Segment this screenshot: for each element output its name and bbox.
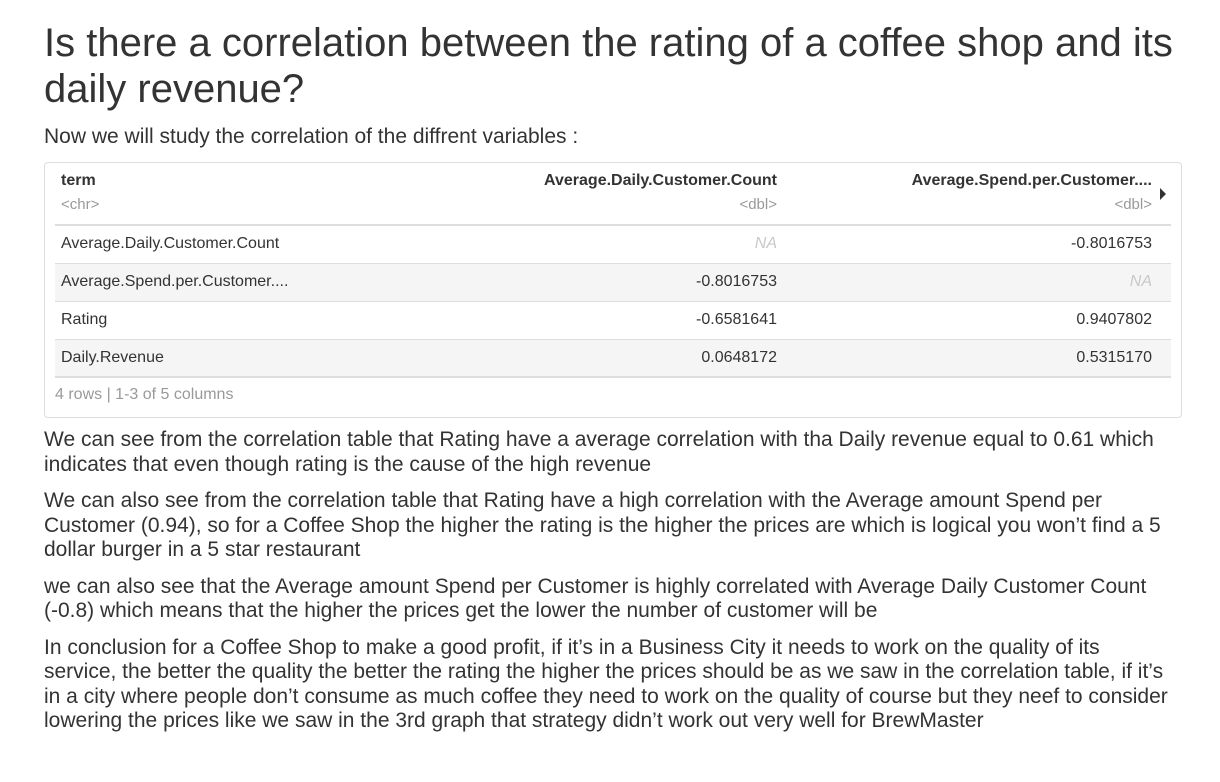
paragraph-rating-spend: We can also see from the correlation tab… [44,489,1161,561]
value-cell: -0.6581641 [377,301,783,340]
table-row: Average.Daily.Customer.Count NA -0.80167… [55,225,1171,264]
spacer-cell [1158,225,1171,264]
column-name: term [61,172,96,189]
column-type: <dbl> [739,196,777,213]
spacer-cell [1158,301,1171,340]
column-name: Average.Spend.per.Customer.... [911,172,1152,189]
column-name: Average.Daily.Customer.Count [544,172,777,189]
column-header-average-daily-customer-count[interactable]: Average.Daily.Customer.Count <dbl> [377,163,783,226]
column-header-average-spend-per-customer[interactable]: Average.Spend.per.Customer.... <dbl> [783,163,1158,226]
column-type: <chr> [61,196,100,213]
term-cell: Average.Spend.per.Customer.... [55,263,377,302]
value-cell: 0.9407802 [783,301,1158,340]
next-columns-button[interactable] [1158,163,1171,226]
table-row: Daily.Revenue 0.0648172 0.5315170 [55,339,1171,378]
value-cell: 0.0648172 [377,339,783,378]
correlation-table-container: term <chr> Average.Daily.Customer.Count … [44,162,1182,418]
correlation-table: term <chr> Average.Daily.Customer.Count … [55,163,1171,378]
table-pagination-info: 4 rows | 1-3 of 5 columns [55,386,234,403]
table-header-row: term <chr> Average.Daily.Customer.Count … [55,163,1171,226]
document-page: Is there a correlation between the ratin… [0,0,1220,782]
column-header-term[interactable]: term <chr> [55,163,377,226]
value-cell: NA [783,263,1158,302]
value-cell: 0.5315170 [783,339,1158,378]
spacer-cell [1158,339,1171,378]
page-title: Is there a correlation between the ratin… [44,21,1173,111]
paragraph-rating-revenue: We can see from the correlation table th… [44,428,1154,476]
term-cell: Daily.Revenue [55,339,377,378]
table-row: Rating -0.6581641 0.9407802 [55,301,1171,340]
intro-text: Now we will study the correlation of the… [44,125,579,148]
column-type: <dbl> [1114,196,1152,213]
paragraph-conclusion: In conclusion for a Coffee Shop to make … [44,635,1168,733]
value-cell: -0.8016753 [377,263,783,302]
term-cell: Average.Daily.Customer.Count [55,225,377,264]
caret-right-icon[interactable] [1160,188,1166,200]
paragraph-spend-customers: we can also see that the Average amount … [44,574,1147,623]
table-row: Average.Spend.per.Customer.... -0.801675… [55,263,1171,302]
spacer-cell [1158,263,1171,302]
term-cell: Rating [55,301,377,340]
value-cell: NA [377,225,783,264]
value-cell: -0.8016753 [783,225,1158,264]
